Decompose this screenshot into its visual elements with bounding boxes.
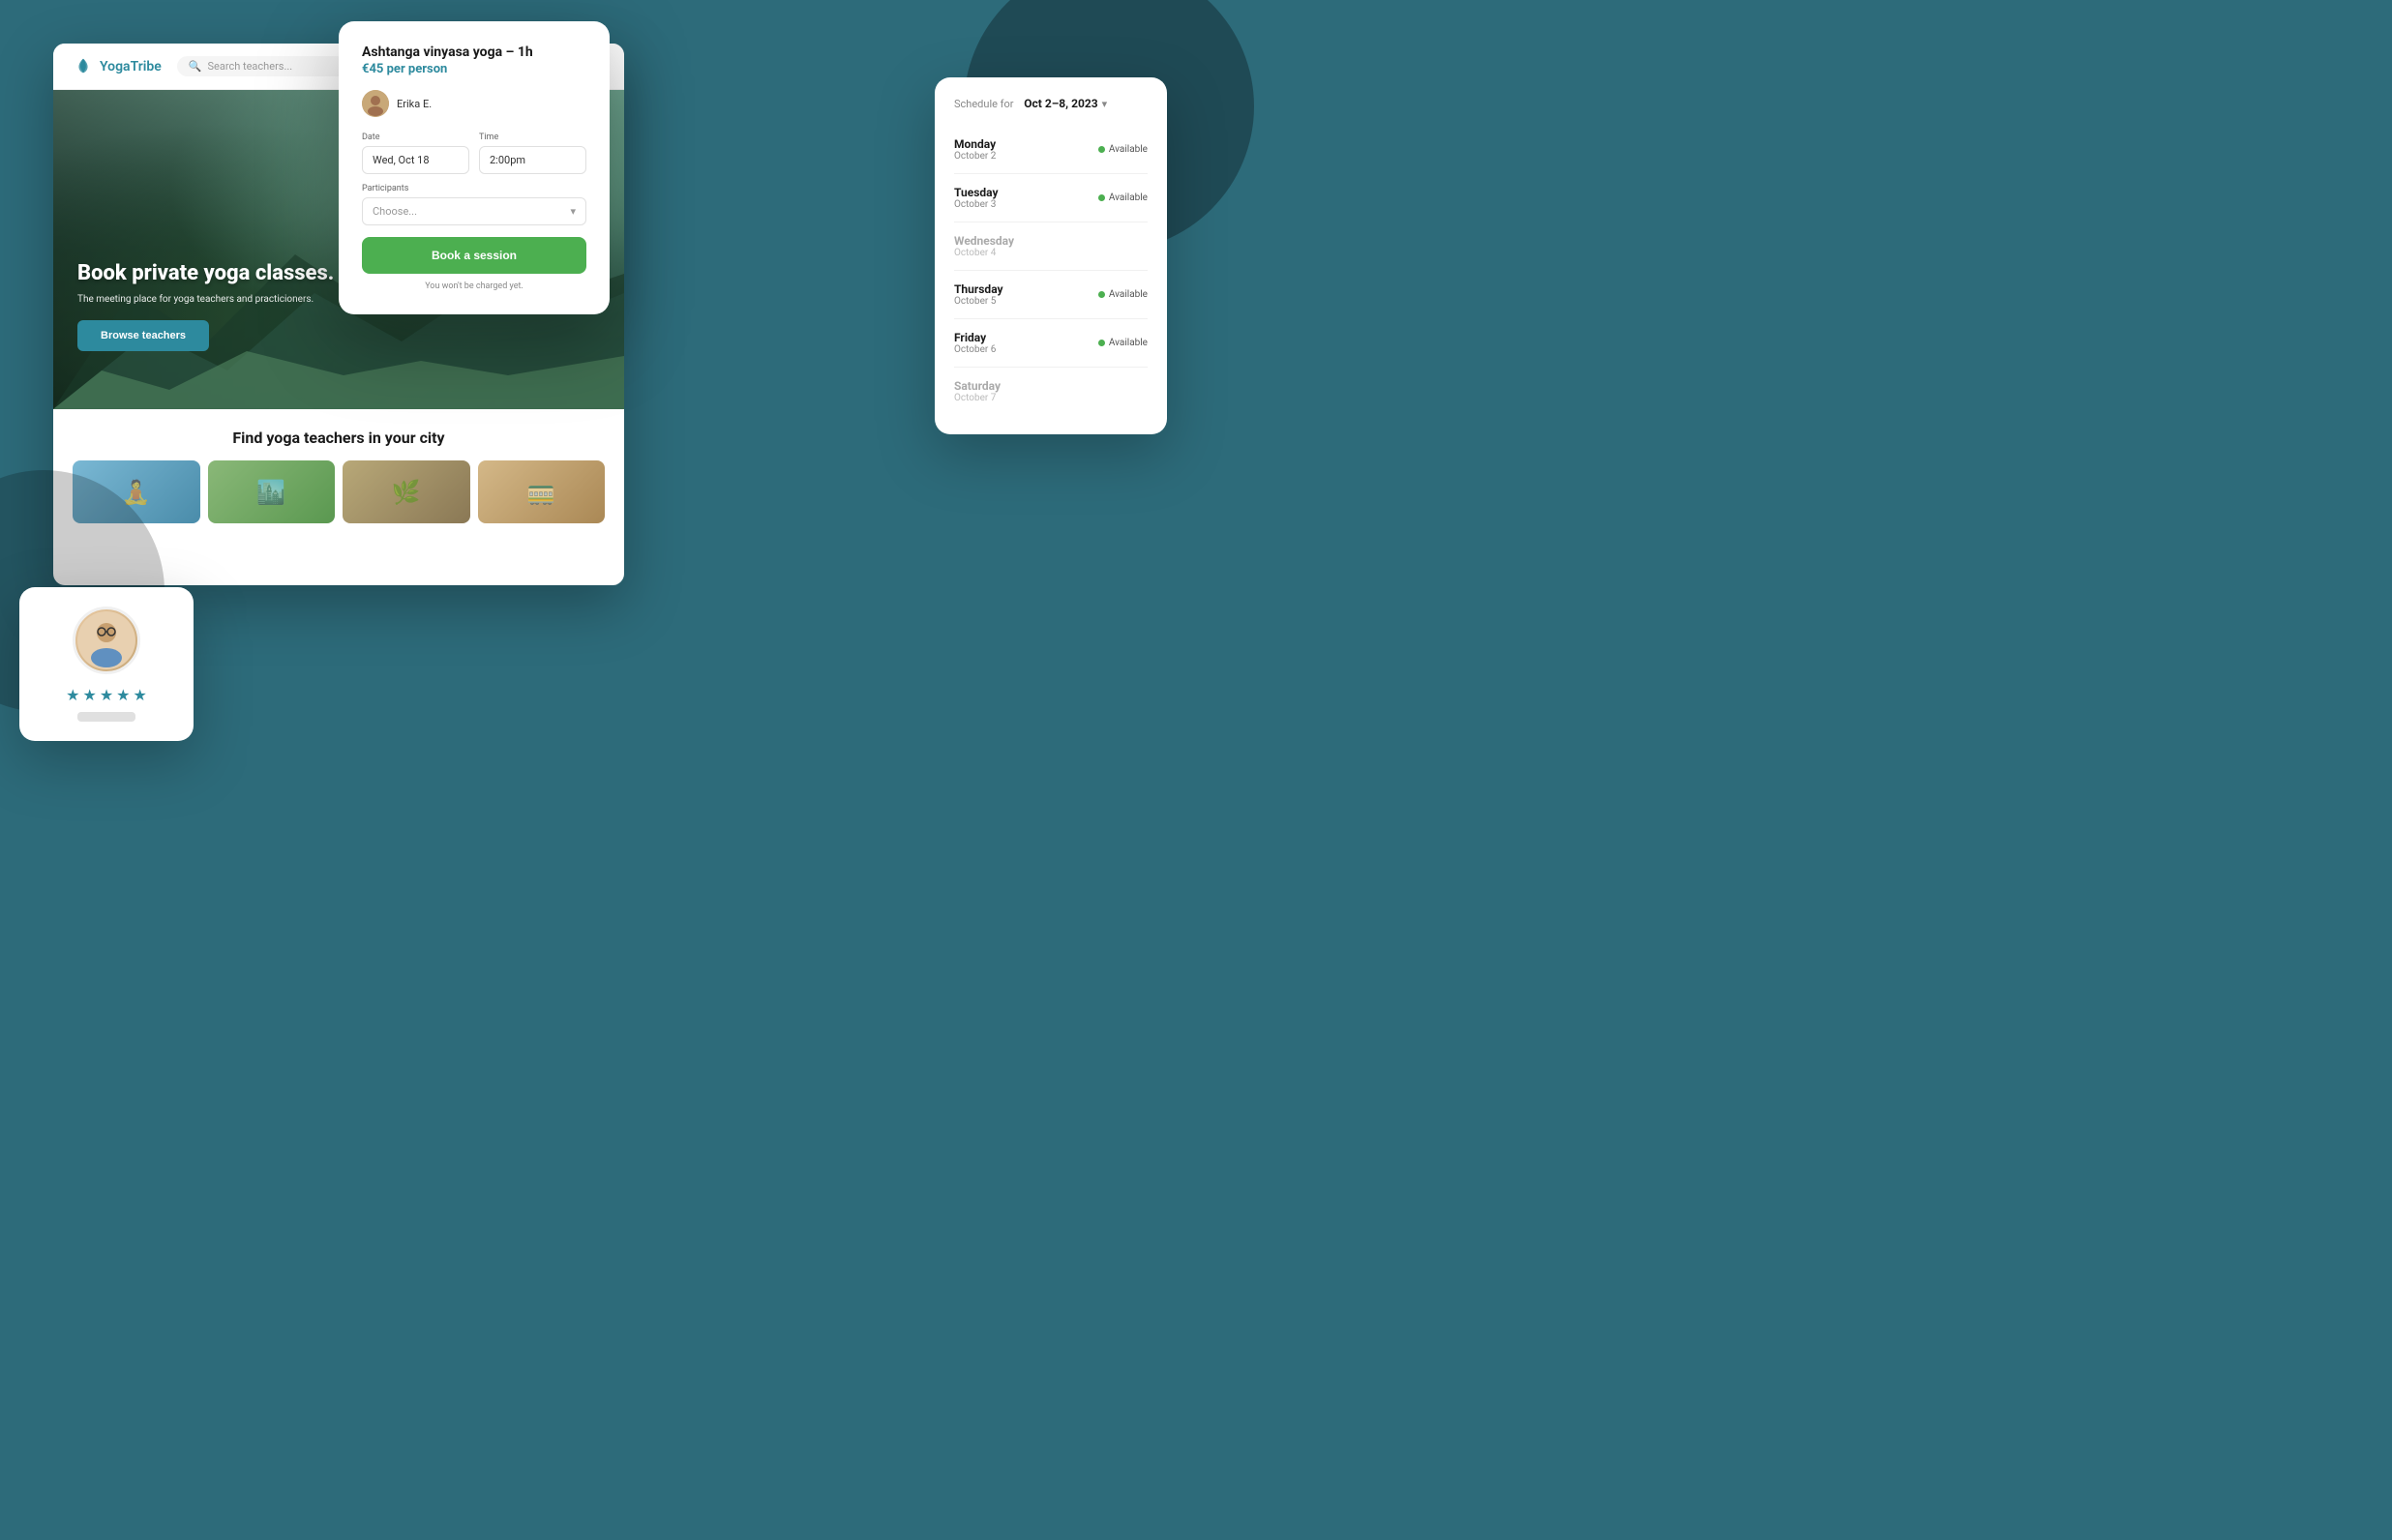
date-time-row: Date Wed, Oct 18 Time 2:00pm [362,133,586,174]
schedule-day: Tuesday [954,186,999,199]
chevron-down-icon: ▾ [1102,98,1108,110]
city-image-2[interactable]: 🏙️ [208,460,336,523]
availability-badge: Available [1098,289,1148,300]
booking-price: €45 per person [362,62,586,76]
available-dot [1098,146,1105,153]
date-group: Date Wed, Oct 18 [362,133,469,174]
schedule-item-wednesday[interactable]: Wednesday October 4 [954,222,1148,271]
availability-badge: Available [1098,144,1148,155]
reviewer-name-placeholder [77,712,135,722]
participants-select[interactable]: Choose... ▾ [362,197,586,225]
schedule-date: October 5 [954,296,1003,307]
schedule-date: October 6 [954,344,996,355]
star-rating: ★ ★ ★ ★ ★ [66,686,147,704]
reviewer-avatar-img [77,611,135,669]
schedule-day: Saturday [954,379,1001,393]
schedule-header-prefix: Schedule for [954,98,1014,110]
schedule-date: October 7 [954,393,1001,403]
schedule-day-info: Friday October 6 [954,331,996,355]
schedule-date: October 2 [954,151,996,162]
schedule-day-info: Monday October 2 [954,137,996,162]
schedule-date: October 3 [954,199,999,210]
city-image-4[interactable]: 🚃 [478,460,606,523]
logo-text: YogaTribe [100,59,162,74]
teacher-avatar-img [362,90,389,117]
hero-subtitle: The meeting place for yoga teachers and … [77,294,334,305]
find-title: Find yoga teachers in your city [73,429,605,447]
date-label: Date [362,133,469,142]
teacher-avatar [362,90,389,117]
schedule-item-monday[interactable]: Monday October 2 Available [954,126,1148,174]
availability-badge: Available [1098,192,1148,203]
available-dot [1098,340,1105,346]
search-placeholder: Search teachers... [207,60,292,73]
date-input[interactable]: Wed, Oct 18 [362,146,469,174]
participants-placeholder: Choose... [373,205,417,218]
schedule-day-info: Thursday October 5 [954,282,1003,307]
city-yoga-pose-2: 🏙️ [208,460,336,523]
star-5: ★ [134,686,147,704]
schedule-card: Schedule for Oct 2–8, 2023 ▾ Monday Octo… [935,77,1167,434]
teacher-name: Erika E. [397,98,432,110]
schedule-header: Schedule for Oct 2–8, 2023 ▾ [954,97,1148,110]
time-input[interactable]: 2:00pm [479,146,586,174]
logo-icon [73,56,94,77]
reviewer-card: ★ ★ ★ ★ ★ [19,587,194,741]
schedule-item-tuesday[interactable]: Tuesday October 3 Available [954,174,1148,222]
schedule-day-info: Tuesday October 3 [954,186,999,210]
available-text: Available [1109,192,1148,203]
hero-title: Book private yoga classes. [77,261,334,286]
logo[interactable]: YogaTribe [73,56,162,77]
schedule-item-friday[interactable]: Friday October 6 Available [954,319,1148,368]
schedule-day: Wednesday [954,234,1014,248]
available-dot [1098,291,1105,298]
star-2: ★ [82,686,96,704]
participants-group: Participants Choose... ▾ [362,184,586,225]
booking-modal: Ashtanga vinyasa yoga – 1h €45 per perso… [339,21,610,314]
schedule-item-saturday[interactable]: Saturday October 7 [954,368,1148,415]
schedule-item-thursday[interactable]: Thursday October 5 Available [954,271,1148,319]
teacher-info: Erika E. [362,90,586,117]
availability-badge: Available [1098,338,1148,348]
search-icon: 🔍 [189,60,202,73]
star-1: ★ [66,686,79,704]
booking-title: Ashtanga vinyasa yoga – 1h [362,44,586,60]
city-images: 🧘 🏙️ 🌿 🚃 [73,460,605,523]
available-dot [1098,194,1105,201]
city-yoga-pose-4: 🚃 [478,460,606,523]
participants-label: Participants [362,184,586,193]
schedule-day-info: Saturday October 7 [954,379,1001,403]
schedule-day: Thursday [954,282,1003,296]
city-image-3[interactable]: 🌿 [343,460,470,523]
schedule-date-range: Oct 2–8, 2023 [1024,97,1097,110]
available-text: Available [1109,144,1148,155]
available-text: Available [1109,338,1148,348]
schedule-day: Monday [954,137,996,151]
no-charge-text: You won't be charged yet. [362,281,586,291]
time-label: Time [479,133,586,142]
schedule-day-info: Wednesday October 4 [954,234,1014,258]
browse-teachers-button[interactable]: Browse teachers [77,320,209,351]
schedule-date: October 4 [954,248,1014,258]
schedule-list: Monday October 2 Available Tuesday Octob… [954,126,1148,415]
schedule-day: Friday [954,331,996,344]
hero-content: Book private yoga classes. The meeting p… [77,261,334,351]
chevron-down-icon: ▾ [570,205,576,218]
city-yoga-pose-3: 🌿 [343,460,470,523]
reviewer-avatar [73,607,140,674]
star-4: ★ [116,686,130,704]
star-3: ★ [100,686,113,704]
time-group: Time 2:00pm [479,133,586,174]
available-text: Available [1109,289,1148,300]
book-session-button[interactable]: Book a session [362,237,586,274]
